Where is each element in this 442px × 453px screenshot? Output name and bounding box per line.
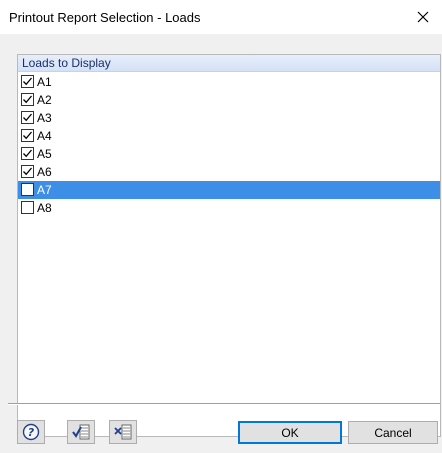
checkmark-icon: [23, 113, 32, 122]
group-header-label: Loads to Display: [22, 56, 111, 70]
help-icon: ?: [22, 423, 40, 441]
uncheck-all-icon: [114, 424, 132, 440]
list-item-label: A7: [37, 183, 52, 197]
check-all-button[interactable]: [67, 420, 95, 444]
checkbox[interactable]: [21, 147, 34, 160]
uncheck-all-button[interactable]: [109, 420, 137, 444]
checkmark-icon: [23, 149, 32, 158]
ok-button[interactable]: OK: [238, 421, 342, 444]
list-item[interactable]: A6: [18, 163, 440, 181]
loads-list: A1 A2 A3 A4 A5 A6 A7 A8: [18, 73, 440, 217]
checkmark-icon: [23, 95, 32, 104]
list-item[interactable]: A7: [18, 181, 440, 199]
list-item-label: A6: [37, 165, 52, 179]
list-item-label: A5: [37, 147, 52, 161]
checkmark-icon: [23, 77, 32, 86]
checkbox[interactable]: [21, 93, 34, 106]
checkmark-icon: [23, 131, 32, 140]
checkbox[interactable]: [21, 201, 34, 214]
checkbox[interactable]: [21, 75, 34, 88]
checkbox[interactable]: [21, 129, 34, 142]
list-item-label: A4: [37, 129, 52, 143]
list-item[interactable]: A1: [18, 73, 440, 91]
window-title: Printout Report Selection - Loads: [9, 10, 201, 25]
list-item[interactable]: A8: [18, 199, 440, 217]
checkmark-icon: [23, 167, 32, 176]
dialog-body: Loads to Display A1 A2 A3 A4 A5 A6 A7 A8 ? OK C…: [0, 34, 442, 453]
separator: [8, 403, 440, 405]
checkbox[interactable]: [21, 165, 34, 178]
list-item-label: A1: [37, 75, 52, 89]
loads-group: Loads to Display A1 A2 A3 A4 A5 A6 A7 A8: [17, 54, 441, 437]
list-item[interactable]: A3: [18, 109, 440, 127]
list-item-label: A8: [37, 201, 52, 215]
help-button[interactable]: ?: [17, 420, 45, 444]
svg-text:?: ?: [28, 426, 35, 439]
title-bar: Printout Report Selection - Loads: [0, 0, 442, 34]
close-icon: [417, 11, 429, 23]
checkbox[interactable]: [21, 183, 34, 196]
list-item[interactable]: A4: [18, 127, 440, 145]
list-item[interactable]: A5: [18, 145, 440, 163]
check-all-icon: [72, 424, 90, 440]
close-button[interactable]: [404, 0, 442, 34]
list-item[interactable]: A2: [18, 91, 440, 109]
checkbox[interactable]: [21, 111, 34, 124]
cancel-button[interactable]: Cancel: [348, 421, 438, 444]
list-item-label: A2: [37, 93, 52, 107]
group-header: Loads to Display: [18, 55, 440, 72]
list-item-label: A3: [37, 111, 52, 125]
